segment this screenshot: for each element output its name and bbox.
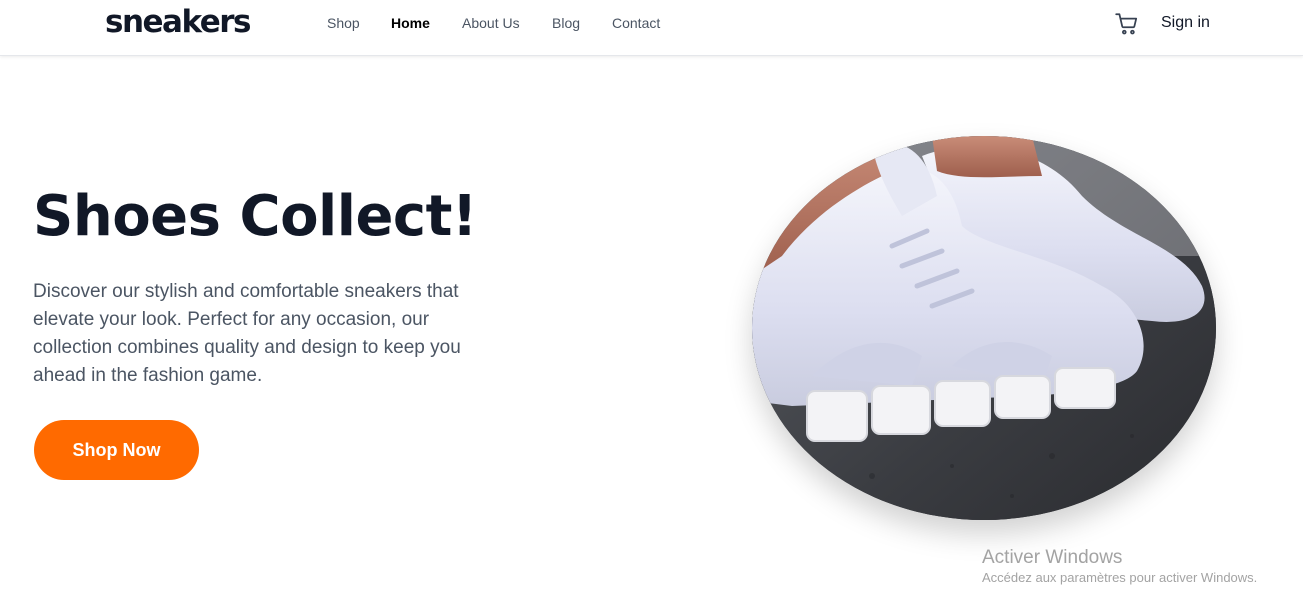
nav-link-contact[interactable]: Contact (612, 15, 660, 31)
cart-icon (1115, 13, 1138, 35)
shop-now-button[interactable]: Shop Now (34, 420, 199, 480)
windows-activation-watermark: Activer Windows Accédez aux paramètres p… (982, 547, 1257, 587)
nav-link-blog[interactable]: Blog (552, 15, 580, 31)
logo[interactable]: sneakers (105, 4, 252, 40)
hero-title: Shoes Collect! (33, 184, 477, 249)
sneaker-photo-illustration (752, 136, 1216, 520)
watermark-subtitle: Accédez aux paramètres pour activer Wind… (982, 570, 1258, 585)
navbar: sneakers Shop Home About Us Blog Contact… (0, 0, 1303, 56)
nav-link-shop[interactable]: Shop (327, 15, 360, 31)
watermark-title: Activer Windows (982, 547, 1123, 568)
hero-sneaker-image (752, 136, 1216, 520)
sign-in-link[interactable]: Sign in (1161, 14, 1210, 32)
nav-link-about-us[interactable]: About Us (462, 15, 520, 31)
cart-button[interactable] (1114, 11, 1140, 37)
hero-description: Discover our stylish and comfortable sne… (33, 281, 461, 386)
nav-link-home[interactable]: Home (391, 15, 430, 31)
